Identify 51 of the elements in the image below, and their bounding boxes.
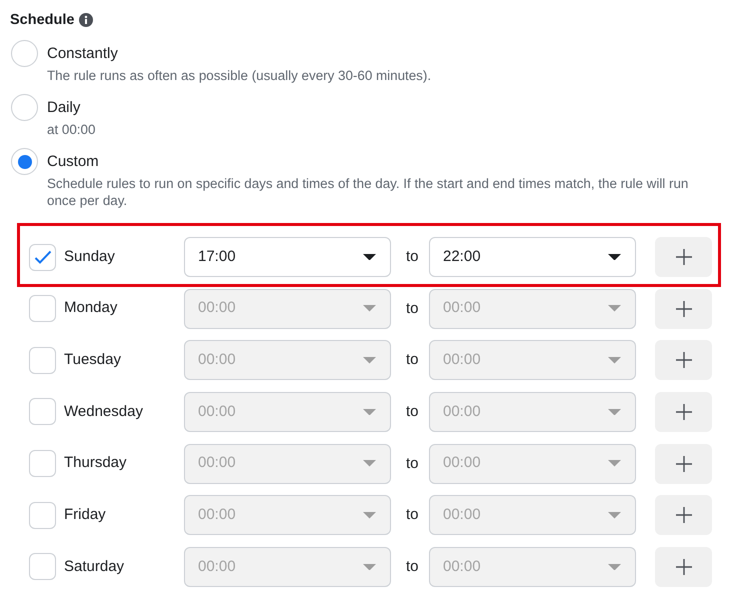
plus-icon xyxy=(676,456,692,472)
caret-icon xyxy=(608,305,621,312)
caret-icon xyxy=(608,254,621,260)
caret-icon xyxy=(363,305,376,312)
option-label: Constantly xyxy=(47,44,119,64)
caret-icon xyxy=(608,408,621,416)
plus-icon xyxy=(676,507,692,524)
caret-icon xyxy=(363,460,376,467)
day-label: Sunday xyxy=(64,246,115,267)
separator-text: to xyxy=(406,506,419,524)
check-icon xyxy=(34,250,52,264)
time-dropdown[interactable]: 17:00 xyxy=(184,237,391,277)
caret-icon xyxy=(363,254,376,260)
section-title: Schedule xyxy=(10,11,74,30)
option-description: at 00:00 xyxy=(47,121,96,138)
plus-icon xyxy=(676,404,692,420)
separator-text: to xyxy=(406,454,419,472)
separator-text: to xyxy=(406,558,419,575)
separator-text: to xyxy=(406,351,419,368)
day-label: Saturday xyxy=(64,556,124,577)
caret-icon xyxy=(363,408,376,416)
caret-icon xyxy=(608,357,621,364)
option-description: The rule runs as often as possible (usually every 30-60 minutes). xyxy=(47,67,432,84)
caret-icon xyxy=(363,564,376,570)
option-label: Custom xyxy=(47,152,100,172)
separator-text: to xyxy=(406,300,419,317)
day-label: Monday xyxy=(64,298,118,318)
caret-icon xyxy=(608,512,621,519)
separator-text: to xyxy=(406,402,419,420)
radio-button[interactable] xyxy=(11,40,38,67)
separator-text: to xyxy=(406,248,419,265)
caret-icon xyxy=(363,357,376,364)
checkbox[interactable] xyxy=(29,244,56,270)
day-label: Wednesday xyxy=(64,402,143,422)
plus-icon xyxy=(676,352,692,368)
radio-button[interactable] xyxy=(11,148,38,175)
option-description: Schedule rules to run on specific days and times of the day. If the start and end times match, the rule will run once per day. xyxy=(47,175,690,209)
radio-button[interactable] xyxy=(11,94,38,121)
time-dropdown[interactable]: 22:00 xyxy=(429,237,636,277)
add-button[interactable] xyxy=(655,237,712,277)
info-icon xyxy=(79,13,94,27)
day-label: Friday xyxy=(64,505,106,526)
day-label: Tuesday xyxy=(64,350,121,370)
day-label: Thursday xyxy=(64,453,127,474)
plus-icon xyxy=(676,300,692,317)
option-label: Daily xyxy=(47,98,82,118)
plus-icon xyxy=(676,558,692,575)
caret-icon xyxy=(608,564,621,570)
plus-icon xyxy=(676,249,692,265)
caret-icon xyxy=(363,512,376,519)
caret-icon xyxy=(608,460,621,467)
